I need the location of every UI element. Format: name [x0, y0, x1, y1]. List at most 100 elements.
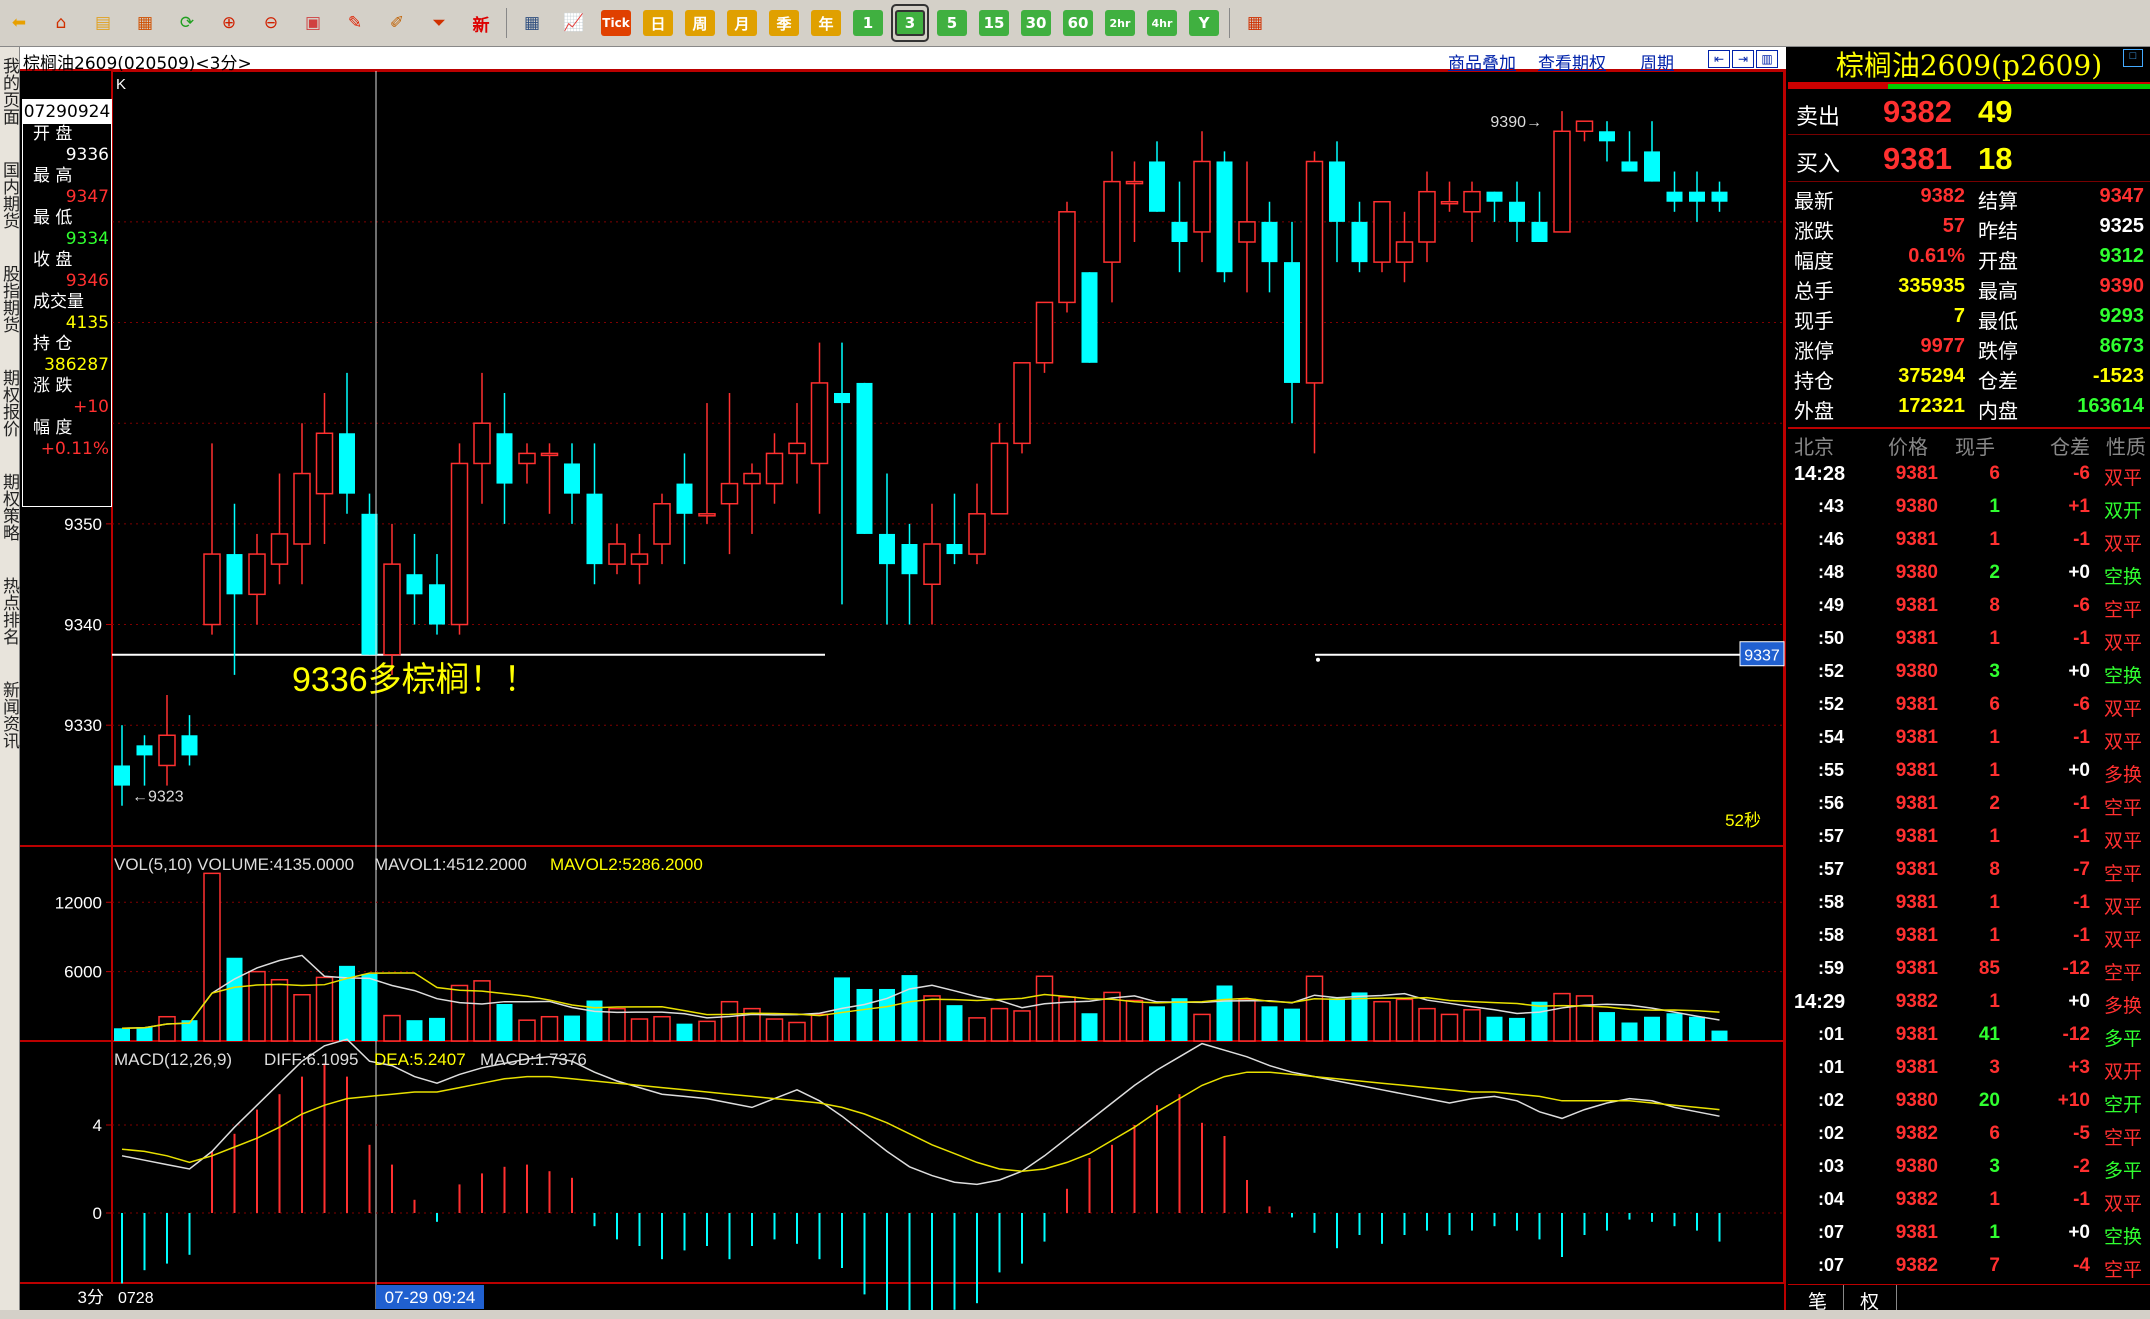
volume-bar-down [564, 1015, 580, 1041]
tick-volume: 41 [1978, 1024, 2000, 1045]
tick-row: :55 9381 1 +0 多换 [1788, 760, 2150, 793]
period-button-1[interactable]: 周 [683, 6, 717, 40]
candle-down [1261, 221, 1278, 263]
candle-up [203, 553, 221, 626]
tick-price: 9382 [1895, 1189, 1938, 1210]
tick-price: 9380 [1895, 661, 1938, 682]
minute-button-1[interactable]: 3 [891, 4, 929, 42]
info-label: 最 高 [33, 166, 73, 186]
tick-oi: -6 [2073, 595, 2090, 616]
tick-price: 9381 [1895, 925, 1938, 946]
side-tab-4[interactable]: 期权策略 [0, 469, 19, 545]
period-label: 季 [769, 10, 799, 36]
calendar-icon[interactable]: ▦ [1238, 6, 1272, 40]
period-button-2[interactable]: 月 [725, 6, 759, 40]
volume-bar-down [946, 1005, 963, 1041]
tick-price: 9381 [1895, 727, 1938, 748]
pen-icon[interactable]: ✎ [338, 6, 372, 40]
tick-oi: -1 [2073, 892, 2090, 913]
side-tab-1[interactable]: 国内期货 [0, 157, 19, 233]
minute-label: 3 [895, 10, 925, 36]
tick-nature: 空换 [2104, 566, 2143, 588]
window-icon[interactable]: ▣ [296, 6, 330, 40]
volume-bar-down [1171, 998, 1188, 1041]
side-tab-5[interactable]: 热点排名 [0, 573, 19, 649]
side-tab-2[interactable]: 股指期货 [0, 261, 19, 337]
table-icon[interactable]: ▦ [515, 6, 549, 40]
home-icon[interactable]: ⌂ [44, 6, 78, 40]
volume-bar-up [1013, 1010, 1031, 1042]
tick-volume: 1 [1989, 529, 2000, 550]
stat-label: 总手 [1794, 279, 1834, 303]
folder-icon[interactable]: ▦ [128, 6, 162, 40]
candle-down [1531, 221, 1548, 242]
zoom-in-icon[interactable]: ⊕ [212, 6, 246, 40]
note-icon[interactable]: ▤ [86, 6, 120, 40]
candle-down [181, 735, 198, 756]
tick-oi: -12 [2062, 958, 2090, 979]
tick-volume: 8 [1989, 595, 2000, 616]
tick-volume: 8 [1989, 859, 2000, 880]
candle-up [923, 543, 941, 586]
volume-legend: VOL(5,10) VOLUME:4135.0000 [114, 855, 354, 874]
tick-price: 9381 [1895, 694, 1938, 715]
brush-icon[interactable]: ✐ [380, 6, 414, 40]
maximize-icon[interactable]: □ [2123, 49, 2143, 67]
chart-icon[interactable]: 📈 [557, 6, 591, 40]
side-tab-3[interactable]: 期权报价 [0, 365, 19, 441]
mavol1-legend: MAVOL1:4512.2000 [374, 855, 527, 874]
volume-bar-up [990, 1007, 1009, 1042]
candle-down [361, 513, 378, 655]
refresh-icon[interactable]: ⟳ [170, 6, 204, 40]
zoom-out-icon[interactable]: ⊖ [254, 6, 288, 40]
minute-button-2[interactable]: 5 [935, 6, 969, 40]
sell-price: 9382 [1883, 94, 1952, 129]
layout-icon[interactable]: ▥ [1756, 50, 1778, 68]
info-value: 9347 [65, 187, 109, 207]
candle-up [698, 513, 716, 517]
tick-nature: 双平 [2104, 467, 2143, 489]
tick-nature: 多平 [2104, 1028, 2143, 1050]
volume-bar-up [203, 872, 221, 1042]
tick-price: 9381 [1895, 529, 1938, 550]
minute-button-5[interactable]: 60 [1061, 6, 1095, 40]
tick-oi: +3 [2068, 1057, 2090, 1078]
stat-label: 涨停 [1794, 339, 1834, 363]
period-button-3[interactable]: 季 [767, 6, 801, 40]
shrink-icon[interactable]: ⇤ [1708, 50, 1730, 68]
status-bar [0, 1310, 2150, 1319]
volume-bar-down [1149, 1006, 1165, 1041]
stat-value: 0.61% [1908, 245, 1965, 267]
candle-up [1035, 301, 1054, 364]
minute-button-6[interactable]: 2hr [1103, 6, 1137, 40]
candle-up [1193, 160, 1211, 233]
candle-up [1238, 221, 1256, 243]
tick-volume: 1 [1989, 1222, 2000, 1243]
new-icon[interactable]: 新 [464, 6, 498, 40]
minute-button-7[interactable]: 4hr [1145, 6, 1179, 40]
funnel-icon[interactable]: ⏷ [422, 6, 456, 40]
candle-down [1599, 131, 1615, 142]
tick-button[interactable]: Tick [599, 6, 633, 40]
volume-bar-up [1238, 998, 1256, 1042]
side-tab-0[interactable]: 我的页面 [0, 53, 19, 129]
expand-icon[interactable]: ⇥ [1732, 50, 1754, 68]
minute-button-0[interactable]: 1 [851, 6, 885, 40]
tick-row: :48 9380 2 +0 空换 [1788, 562, 2150, 595]
back-arrow-icon[interactable]: ⬅ [2, 6, 36, 40]
minute-button-4[interactable]: 30 [1019, 6, 1053, 40]
tick-time: :58 [1818, 892, 1845, 912]
tick-oi: -7 [2073, 859, 2090, 880]
side-tab-6[interactable]: 新闻资讯 [0, 677, 19, 753]
period-button-4[interactable]: 年 [809, 6, 843, 40]
minute-button-3[interactable]: 15 [977, 6, 1011, 40]
candle-down [226, 554, 243, 595]
minute-button-8[interactable]: Y [1187, 6, 1221, 40]
volume-bar-down [901, 975, 918, 1041]
chart-canvas[interactable]: 9350 9340 9330 K 9337 9390→ ←9323 9336多棕榈！！ 52秒 1… [20, 71, 1786, 1310]
price-tick-label: 9350 [64, 515, 102, 534]
tick-time: :03 [1818, 1156, 1845, 1176]
volume-bar-up [923, 995, 941, 1042]
chart-area[interactable]: 棕榈油2609(020509)<3分> 商品叠加 查看期权 周期 ⇤ ⇥ ▥ 9… [20, 47, 1786, 1310]
period-button-0[interactable]: 日 [641, 6, 675, 40]
